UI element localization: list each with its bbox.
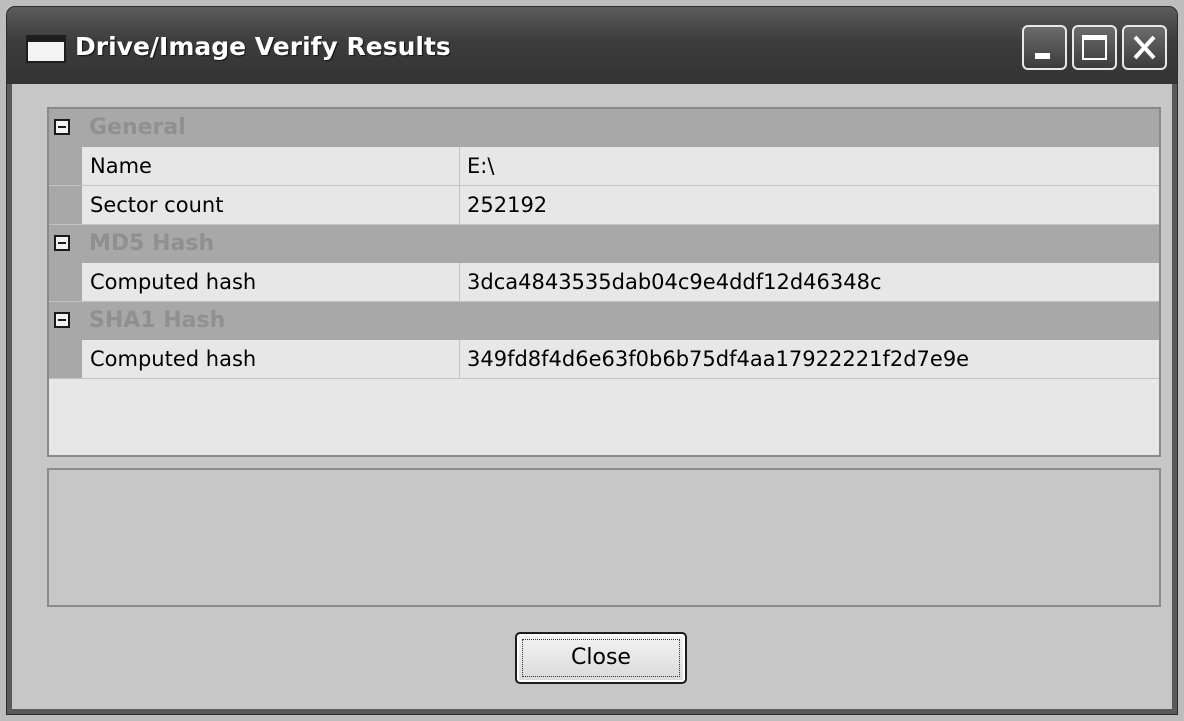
window-title: Drive/Image Verify Results	[75, 32, 451, 61]
close-window-button[interactable]	[1122, 25, 1167, 70]
property-name: Computed hash	[90, 347, 257, 371]
window-icon	[26, 35, 66, 63]
property-row[interactable]: Computed hash 349fd8f4d6e63f0b6b75df4aa17…	[49, 340, 1159, 379]
collapse-icon[interactable]	[54, 119, 70, 135]
property-name: Sector count	[90, 193, 224, 217]
property-name: Name	[90, 154, 152, 178]
property-value[interactable]: 349fd8f4d6e63f0b6b75df4aa17922221f2d7e9e	[467, 340, 969, 378]
verify-results-window: Drive/Image Verify Results General Name E:…	[6, 6, 1178, 715]
row-gutter	[49, 340, 82, 378]
category-row[interactable]: General	[49, 109, 1159, 147]
maximize-button[interactable]	[1072, 25, 1117, 70]
close-button[interactable]: Close	[515, 632, 687, 684]
category-row[interactable]: MD5 Hash	[49, 225, 1159, 263]
column-divider[interactable]	[459, 186, 460, 224]
property-value[interactable]: E:\	[467, 147, 494, 185]
property-row[interactable]: Computed hash 3dca4843535dab04c9e4ddf12d4…	[49, 263, 1159, 302]
property-row[interactable]: Sector count 252192	[49, 186, 1159, 225]
property-value[interactable]: 252192	[467, 186, 547, 224]
category-label: MD5 Hash	[89, 231, 215, 256]
minimize-icon	[1035, 53, 1050, 59]
title-bar[interactable]: Drive/Image Verify Results	[7, 7, 1177, 84]
maximize-icon	[1082, 35, 1107, 60]
category-label: SHA1 Hash	[89, 308, 226, 333]
row-gutter	[49, 147, 82, 185]
row-gutter	[49, 263, 82, 301]
close-button-label: Close	[571, 645, 631, 670]
row-gutter	[49, 186, 82, 224]
dialog-body: General Name E:\ Sector count 252192 MD5 Hash…	[12, 84, 1172, 709]
property-name: Computed hash	[90, 270, 257, 294]
column-divider[interactable]	[459, 340, 460, 378]
property-grid[interactable]: General Name E:\ Sector count 252192 MD5 Hash…	[47, 107, 1161, 457]
category-label: General	[89, 115, 186, 140]
category-row[interactable]: SHA1 Hash	[49, 302, 1159, 340]
description-panel	[47, 468, 1161, 607]
property-value[interactable]: 3dca4843535dab04c9e4ddf12d46348c	[467, 263, 882, 301]
minimize-button[interactable]	[1022, 25, 1067, 70]
column-divider[interactable]	[459, 147, 460, 185]
collapse-icon[interactable]	[54, 235, 70, 251]
collapse-icon[interactable]	[54, 312, 70, 328]
property-row[interactable]: Name E:\	[49, 147, 1159, 186]
column-divider[interactable]	[459, 263, 460, 301]
close-icon	[1133, 35, 1156, 60]
